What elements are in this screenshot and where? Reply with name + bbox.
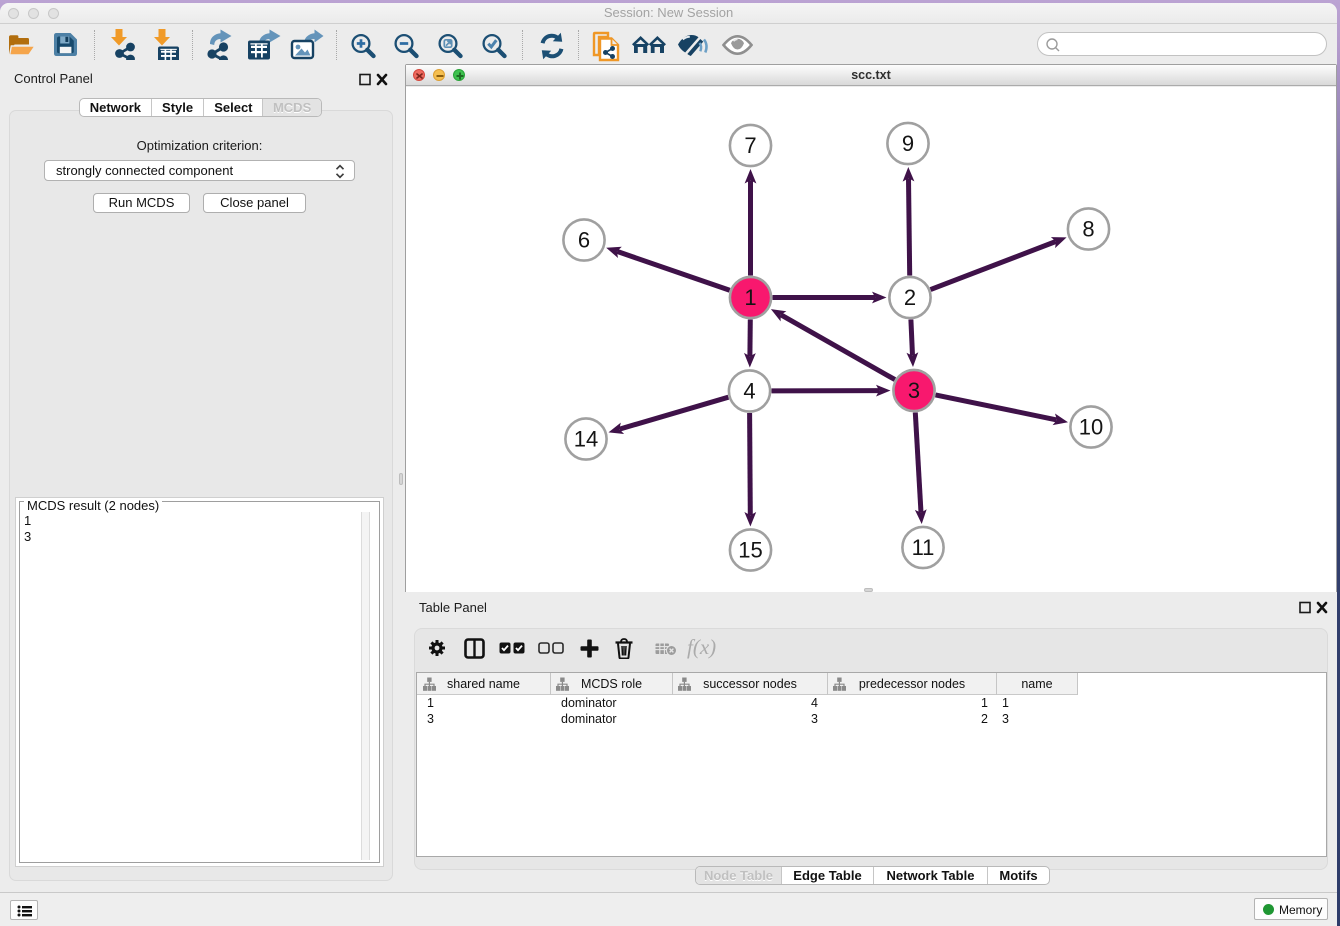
svg-text:10: 10 xyxy=(1079,415,1103,440)
svg-text:6: 6 xyxy=(578,228,590,253)
svg-text:9: 9 xyxy=(902,131,914,156)
svg-text:2: 2 xyxy=(904,285,916,310)
svg-text:8: 8 xyxy=(1082,217,1094,242)
svg-text:4: 4 xyxy=(743,379,755,404)
svg-text:15: 15 xyxy=(738,538,762,563)
svg-text:14: 14 xyxy=(574,427,598,452)
svg-text:3: 3 xyxy=(908,378,920,403)
svg-text:11: 11 xyxy=(912,535,935,560)
svg-text:1: 1 xyxy=(744,285,756,310)
svg-text:7: 7 xyxy=(744,133,756,158)
